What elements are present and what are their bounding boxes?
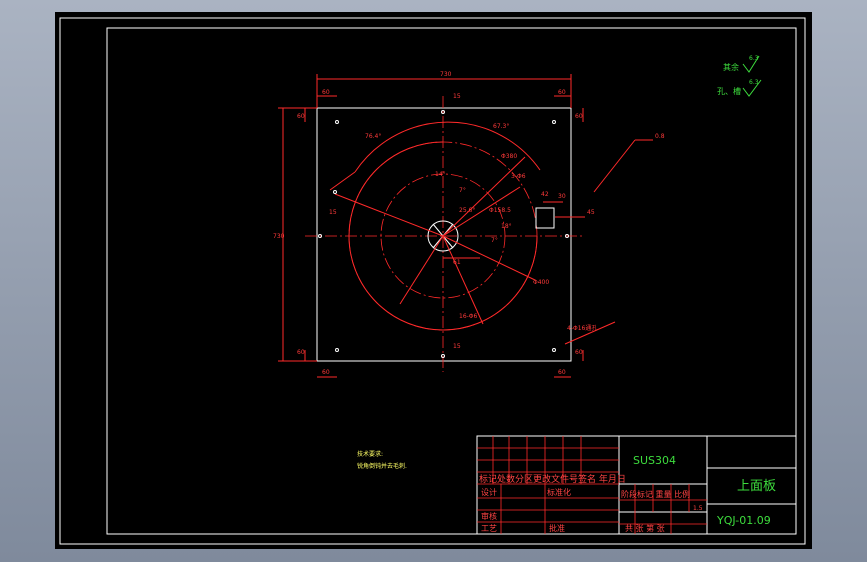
title-block-scale: 1.5 [693,505,703,512]
dim-corner-dy-top-right: 60 [575,113,583,120]
dim-angle-f: 18° [501,223,512,230]
dim-angle-e: 25.6° [459,207,475,214]
title-block-sheets: 共 张 第 张 [625,523,665,533]
title-block-part-name: 上面板 [737,479,776,494]
dim-overall-width: 730 [440,71,452,78]
title-block-row-header: 标记处数分区更改文件号签名 年月日 [479,473,626,485]
dim-top-center: 15 [453,93,461,100]
dim-angle-c: 14° [435,171,446,178]
roughness-symbols: 其余 6.3 孔、槽 6.3 [717,55,762,97]
dim-angle-a: 76.4° [365,133,381,140]
dim-hole-callout-2: 16-Φ6 [459,313,478,320]
dim-angle-d: 7° [459,187,466,194]
title-block-process: 工艺 [481,524,497,533]
dim-angle-b: 67.3° [493,123,509,130]
title-block-stage-mark: 阶段标记 重量 比例 [621,489,690,499]
tech-requirements-title: 技术要求: [357,450,383,458]
dim-center-offset: 61 [453,259,461,266]
dim-slot-width: 42 [541,191,549,198]
dim-corner-dy-top-left: 60 [297,113,305,120]
top-arc-band [354,121,541,173]
dim-corner-dy-bottom-right: 60 [575,349,583,356]
arc-end-cap [329,171,356,191]
rect-slot [535,207,555,229]
dim-angle-g: 7° [491,237,498,244]
dim-corner-holes: 4-Φ16通孔 [567,324,597,332]
title-block-design: 设计 [481,487,497,497]
radial-line-6 [442,235,484,325]
cad-drawing-canvas: 730 730 60 60 60 60 60 60 60 60 15 15 15… [59,17,806,545]
radial-line-2 [442,156,526,237]
dim-mid-right: 45 [587,209,595,216]
dim-mid-left: 15 [329,209,337,216]
radial-line-4 [399,235,444,305]
dim-bottom-center: 15 [453,343,461,350]
dim-dia-3: Φ158.5 [489,207,511,214]
tech-requirements-line-1: 锐角倒钝并去毛刺. [357,462,407,470]
title-block-standardize: 标准化 [547,487,571,497]
dim-corner-dy-bottom-left: 60 [297,349,305,356]
dim-corner-dx-bottom-left: 60 [322,369,330,376]
dim-slot-height: 30 [558,193,566,200]
outer-frame [59,17,806,545]
dim-corner-dx-top-left: 60 [322,89,330,96]
dim-hole-callout: 3-Φ6 [511,173,526,180]
cad-drawing-viewport[interactable]: 730 730 60 60 60 60 60 60 60 60 15 15 15… [55,12,812,549]
title-block-drawing-number: YQJ-01.09 [716,514,771,527]
dim-corner-dx-bottom-right: 60 [558,369,566,376]
dimension-texts: 730 730 60 60 60 60 60 60 60 60 15 15 15… [273,71,665,376]
dim-dia-1: Φ380 [501,153,517,160]
dim-corner-dx-top-right: 60 [558,89,566,96]
dim-dia-2: Φ400 [533,279,549,286]
roughness-label-2: 孔、槽 [717,86,741,96]
dim-leader-note: 0.8 [655,133,665,140]
title-block-approve: 批准 [549,523,565,533]
dim-overall-height: 730 [273,233,285,240]
inner-frame [106,27,797,535]
title-block-material: SUS304 [633,454,676,467]
title-block-review: 审核 [481,511,497,521]
roughness-label-1: 其余 [723,62,739,72]
small-holes [318,110,569,358]
title-block: 标记处数分区更改文件号签名 年月日 设计 标准化 审核 工艺 批准 阶段标记 重… [476,435,797,535]
